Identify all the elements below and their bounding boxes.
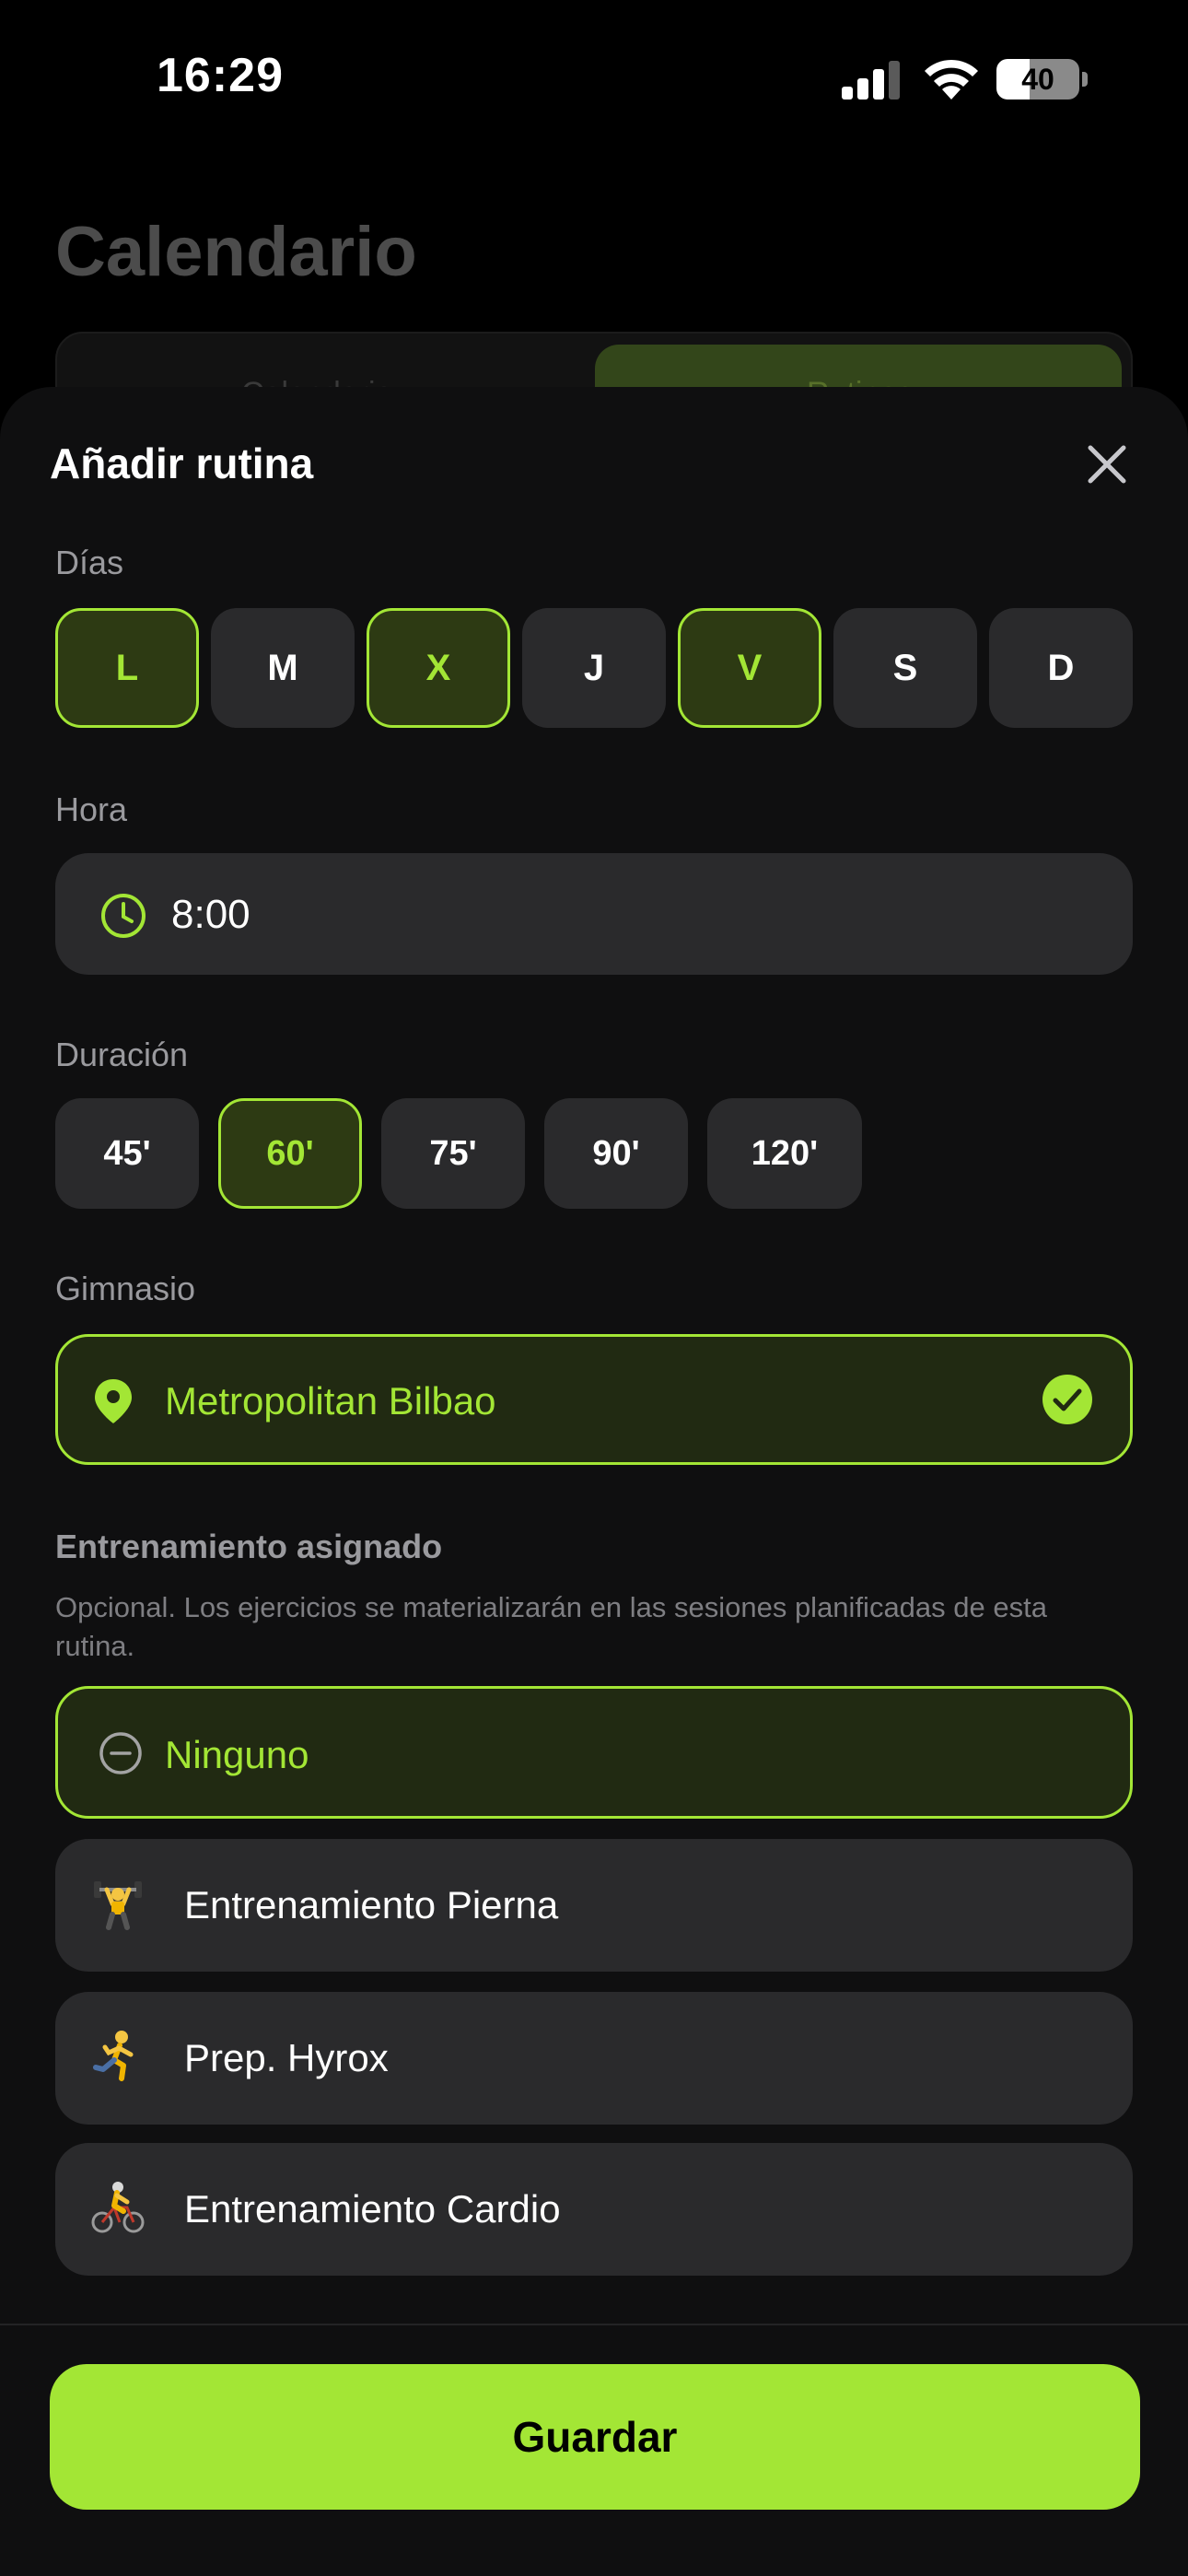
time-picker-field[interactable]: 8:00 [55, 853, 1133, 975]
duration-chip[interactable]: 45' [55, 1098, 199, 1209]
day-chip-v[interactable]: V [678, 608, 821, 728]
day-chip-x[interactable]: X [367, 608, 510, 728]
checkmark-circle-icon [1042, 1375, 1092, 1424]
duration-chip[interactable]: 75' [381, 1098, 525, 1209]
duration-label: Duración [55, 1036, 189, 1073]
close-icon[interactable] [1077, 435, 1136, 494]
battery-level-text: 40 [1021, 63, 1054, 96]
day-chip-j[interactable]: J [522, 608, 666, 728]
duration-chip[interactable]: 60' [218, 1098, 362, 1209]
day-chip-l[interactable]: L [55, 608, 199, 728]
day-chip-d[interactable]: D [989, 608, 1133, 728]
workout-label: Entrenamiento asignado [55, 1528, 443, 1565]
workout-option-cardio[interactable]: Entrenamiento Cardio [55, 2143, 1133, 2276]
save-button[interactable]: Guardar [50, 2364, 1140, 2510]
status-time: 16:29 [157, 49, 284, 102]
clock-icon [101, 894, 146, 938]
workout-option-hyrox[interactable]: Prep. Hyrox [55, 1992, 1133, 2125]
wifi-icon [925, 59, 978, 100]
day-chip-s[interactable]: S [833, 608, 977, 728]
days-label: Días [55, 544, 124, 581]
background-page-title: Calendario [55, 213, 417, 291]
time-label: Hora [55, 790, 128, 828]
add-routine-sheet: Añadir rutina Días LMXJVSD Hora 8:00 Dur… [0, 387, 1188, 2576]
duration-chip[interactable]: 120' [707, 1098, 862, 1209]
battery-indicator: 40 [996, 59, 1089, 100]
footer-divider [0, 2324, 1188, 2325]
workout-option-label: Entrenamiento Pierna [184, 1883, 559, 1926]
time-value: 8:00 [171, 892, 250, 937]
gym-name: Metropolitan Bilbao [165, 1379, 496, 1423]
gym-label: Gimnasio [55, 1270, 196, 1307]
runner-icon [93, 2031, 134, 2081]
workout-option-label: Entrenamiento Cardio [184, 2187, 561, 2231]
workout-option-none[interactable]: Ninguno [55, 1686, 1133, 1819]
workout-option-leg[interactable]: Entrenamiento Pierna [55, 1839, 1133, 1972]
sheet-title: Añadir rutina [50, 439, 314, 487]
minus-circle-icon [99, 1732, 142, 1774]
weightlifter-icon [94, 1881, 142, 1930]
workout-description: Opcional. Los ejercicios se materializar… [55, 1591, 1047, 1662]
cyclist-icon [91, 2182, 145, 2233]
workout-option-label: Ninguno [165, 1733, 309, 1776]
workout-option-label: Prep. Hyrox [184, 2036, 389, 2079]
location-pin-icon [95, 1379, 132, 1423]
duration-chip[interactable]: 90' [544, 1098, 688, 1209]
day-chip-m[interactable]: M [211, 608, 355, 728]
cellular-signal-icon [842, 61, 900, 100]
screen: 16:29 40 Calendario Calendario Rutinas A… [0, 0, 1188, 2576]
gym-option-selected[interactable]: Metropolitan Bilbao [55, 1334, 1133, 1465]
